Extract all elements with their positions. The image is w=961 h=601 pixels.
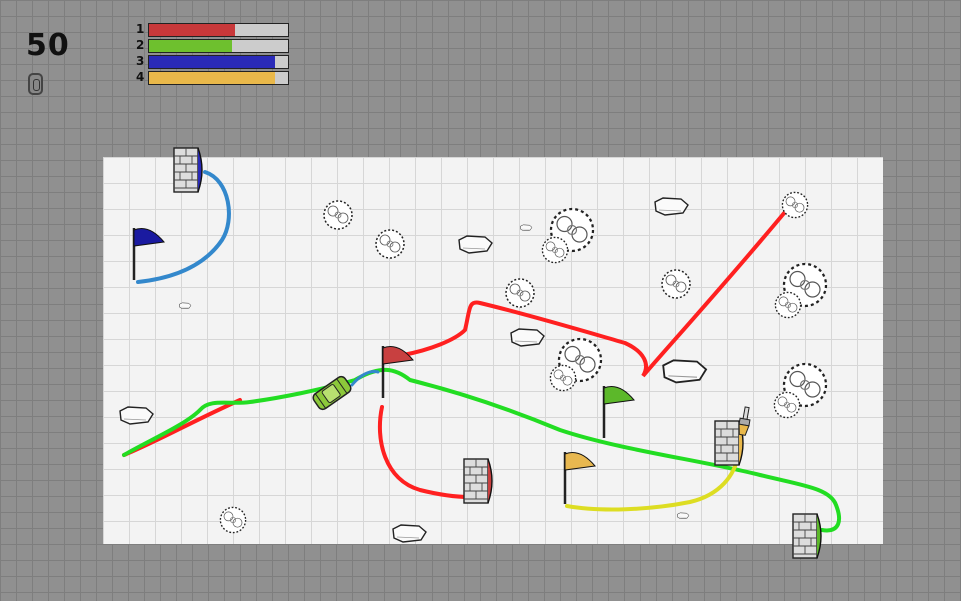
garage-red[interactable] bbox=[463, 458, 493, 504]
rock-icon bbox=[458, 235, 493, 254]
car-icon[interactable] bbox=[311, 375, 352, 412]
game-scene bbox=[119, 147, 841, 559]
rock-icon bbox=[510, 328, 545, 347]
tree-icon bbox=[219, 506, 247, 534]
tree-icon bbox=[781, 191, 809, 219]
flag-blue[interactable] bbox=[132, 228, 165, 280]
rock-icon bbox=[179, 302, 192, 310]
rock-icon bbox=[119, 406, 154, 425]
paintbrush-icon[interactable] bbox=[737, 406, 752, 436]
flag-yellow[interactable] bbox=[563, 452, 596, 504]
tree-icon bbox=[541, 236, 569, 264]
garage-green[interactable] bbox=[792, 513, 822, 559]
tree-icon bbox=[323, 200, 353, 230]
tree-icon bbox=[773, 391, 801, 419]
tree-icon bbox=[375, 229, 405, 259]
track-red-down bbox=[377, 405, 472, 499]
rock-icon bbox=[677, 512, 690, 520]
tree-icon bbox=[505, 278, 535, 308]
tree-icon bbox=[661, 269, 691, 299]
flag-green[interactable] bbox=[602, 386, 635, 438]
rock-icon bbox=[662, 359, 708, 384]
garage-blue[interactable] bbox=[173, 147, 203, 193]
rock-icon bbox=[392, 524, 427, 543]
tree-icon bbox=[549, 364, 577, 392]
rock-icon bbox=[654, 197, 689, 216]
rock-icon bbox=[520, 224, 533, 232]
tree-icon bbox=[774, 291, 802, 319]
